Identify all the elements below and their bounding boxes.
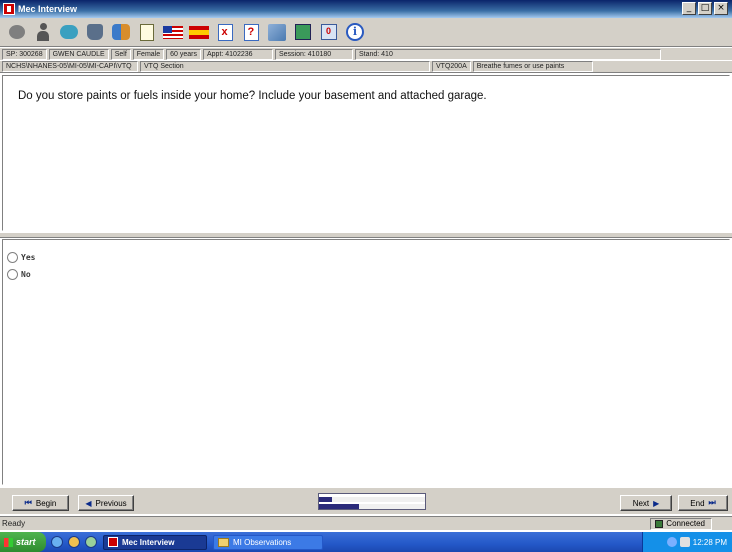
app-icon	[108, 537, 118, 547]
folder-quicklaunch-icon[interactable]	[68, 536, 80, 548]
help-sheet-icon[interactable]	[240, 21, 262, 43]
app-icon	[3, 3, 15, 15]
end-label: End	[690, 498, 705, 508]
end-button[interactable]: End ⏭	[678, 495, 728, 511]
copy-icon[interactable]	[266, 21, 288, 43]
maximize-button[interactable]: □	[698, 2, 712, 15]
taskbar: start Mec Interview MI Observations 12:2…	[0, 532, 732, 552]
stand: Stand: 410	[354, 48, 661, 60]
calculator-icon[interactable]	[318, 21, 340, 43]
taskbar-item-mi-observations[interactable]: MI Observations	[213, 534, 323, 550]
next-button[interactable]: Next ▶	[620, 495, 672, 511]
next-icon: ▶	[653, 498, 660, 508]
navigation-bar: ⏮ Begin ◀ Previous Next ▶ End ⏭	[0, 487, 732, 514]
connection-status: Connected	[650, 517, 712, 530]
session: Session: 410180	[274, 48, 353, 60]
progress-indicator	[318, 493, 426, 510]
gender: Female	[132, 48, 165, 60]
question-panel: Do you store paints or fuels inside your…	[2, 75, 730, 231]
system-tray: 12:28 PM	[642, 532, 732, 552]
tray-volume-icon[interactable]	[679, 537, 690, 547]
participant-name: GWEN CAUDLE	[48, 48, 109, 60]
start-label: start	[16, 537, 36, 547]
task-label: MI Observations	[233, 537, 292, 547]
answer-option-yes[interactable]: Yes	[7, 250, 729, 264]
folder-icon	[218, 537, 229, 547]
question-text: Do you store paints or fuels inside your…	[18, 90, 487, 102]
item-label: Breathe fumes or use paints	[472, 61, 593, 72]
close-button[interactable]: ×	[714, 2, 728, 15]
radio-button[interactable]	[7, 251, 18, 263]
us-flag-icon[interactable]	[162, 21, 184, 43]
previous-button[interactable]: ◀ Previous	[78, 495, 134, 511]
headset-icon[interactable]	[6, 21, 28, 43]
clock: 12:28 PM	[692, 537, 727, 547]
begin-label: Begin	[35, 498, 57, 508]
window-title: Mec Interview	[18, 4, 78, 14]
last-icon: ⏭	[708, 498, 716, 507]
x-sheet-icon[interactable]	[214, 21, 236, 43]
option-label: No	[21, 269, 31, 279]
instrument-path: NCHS\NHANES-05\MI-05\MI-CAPI\VTQ	[2, 61, 138, 72]
next-label: Next	[632, 498, 650, 508]
person-icon[interactable]	[32, 21, 54, 43]
path-strip: NCHS\NHANES-05\MI-05\MI-CAPI\VTQ VTQ Sec…	[0, 61, 732, 73]
progress-fill-2	[319, 504, 360, 509]
task-label: Mec Interview	[122, 537, 175, 547]
info-icon[interactable]: i	[344, 21, 366, 43]
previous-icon: ◀	[85, 498, 92, 508]
hand-icon[interactable]	[84, 21, 106, 43]
sp-id: SP: 300268	[2, 48, 47, 60]
answer-option-no[interactable]: No	[7, 267, 729, 281]
radio-button[interactable]	[7, 268, 18, 280]
appointment: Appt: 4102236	[202, 48, 273, 60]
age: 60 years	[166, 48, 201, 60]
start-button[interactable]: start	[0, 532, 46, 552]
previous-label: Previous	[95, 498, 127, 508]
respondent: Self	[110, 48, 131, 60]
item-code: VTQ200A	[432, 61, 471, 72]
participant-info-strip: SP: 300268 GWEN CAUDLE Self Female 60 ye…	[0, 48, 732, 60]
begin-button[interactable]: ⏮ Begin	[12, 495, 69, 511]
taskbar-item-mec-interview[interactable]: Mec Interview	[103, 534, 207, 550]
chat-icon[interactable]	[58, 21, 80, 43]
answer-panel: Yes No	[2, 239, 730, 485]
notes-icon[interactable]	[136, 21, 158, 43]
title-bar: Mec Interview _ □ ×	[0, 0, 732, 18]
panel-splitter[interactable]	[0, 232, 732, 238]
minimize-button[interactable]: _	[682, 2, 696, 15]
status-bar: Ready Connected	[0, 516, 732, 530]
windows-logo-icon	[4, 537, 13, 547]
progress-track-1	[319, 497, 425, 502]
media-quicklaunch-icon[interactable]	[85, 536, 97, 548]
tray-network-icon[interactable]	[666, 537, 677, 547]
window-controls: _ □ ×	[682, 2, 728, 15]
spain-flag-icon[interactable]	[188, 21, 210, 43]
progress-fill-1	[319, 497, 332, 502]
section-name: VTQ Section	[140, 61, 430, 72]
connection-label: Connected	[666, 519, 705, 528]
first-icon: ⏮	[24, 498, 32, 507]
connection-icon	[655, 519, 664, 528]
two-people-icon[interactable]	[110, 21, 132, 43]
option-label: Yes	[21, 252, 36, 262]
toolbar: i	[0, 18, 732, 47]
status-text: Ready	[2, 519, 26, 528]
browser-quicklaunch-icon[interactable]	[51, 536, 63, 548]
save-icon[interactable]	[292, 21, 314, 43]
